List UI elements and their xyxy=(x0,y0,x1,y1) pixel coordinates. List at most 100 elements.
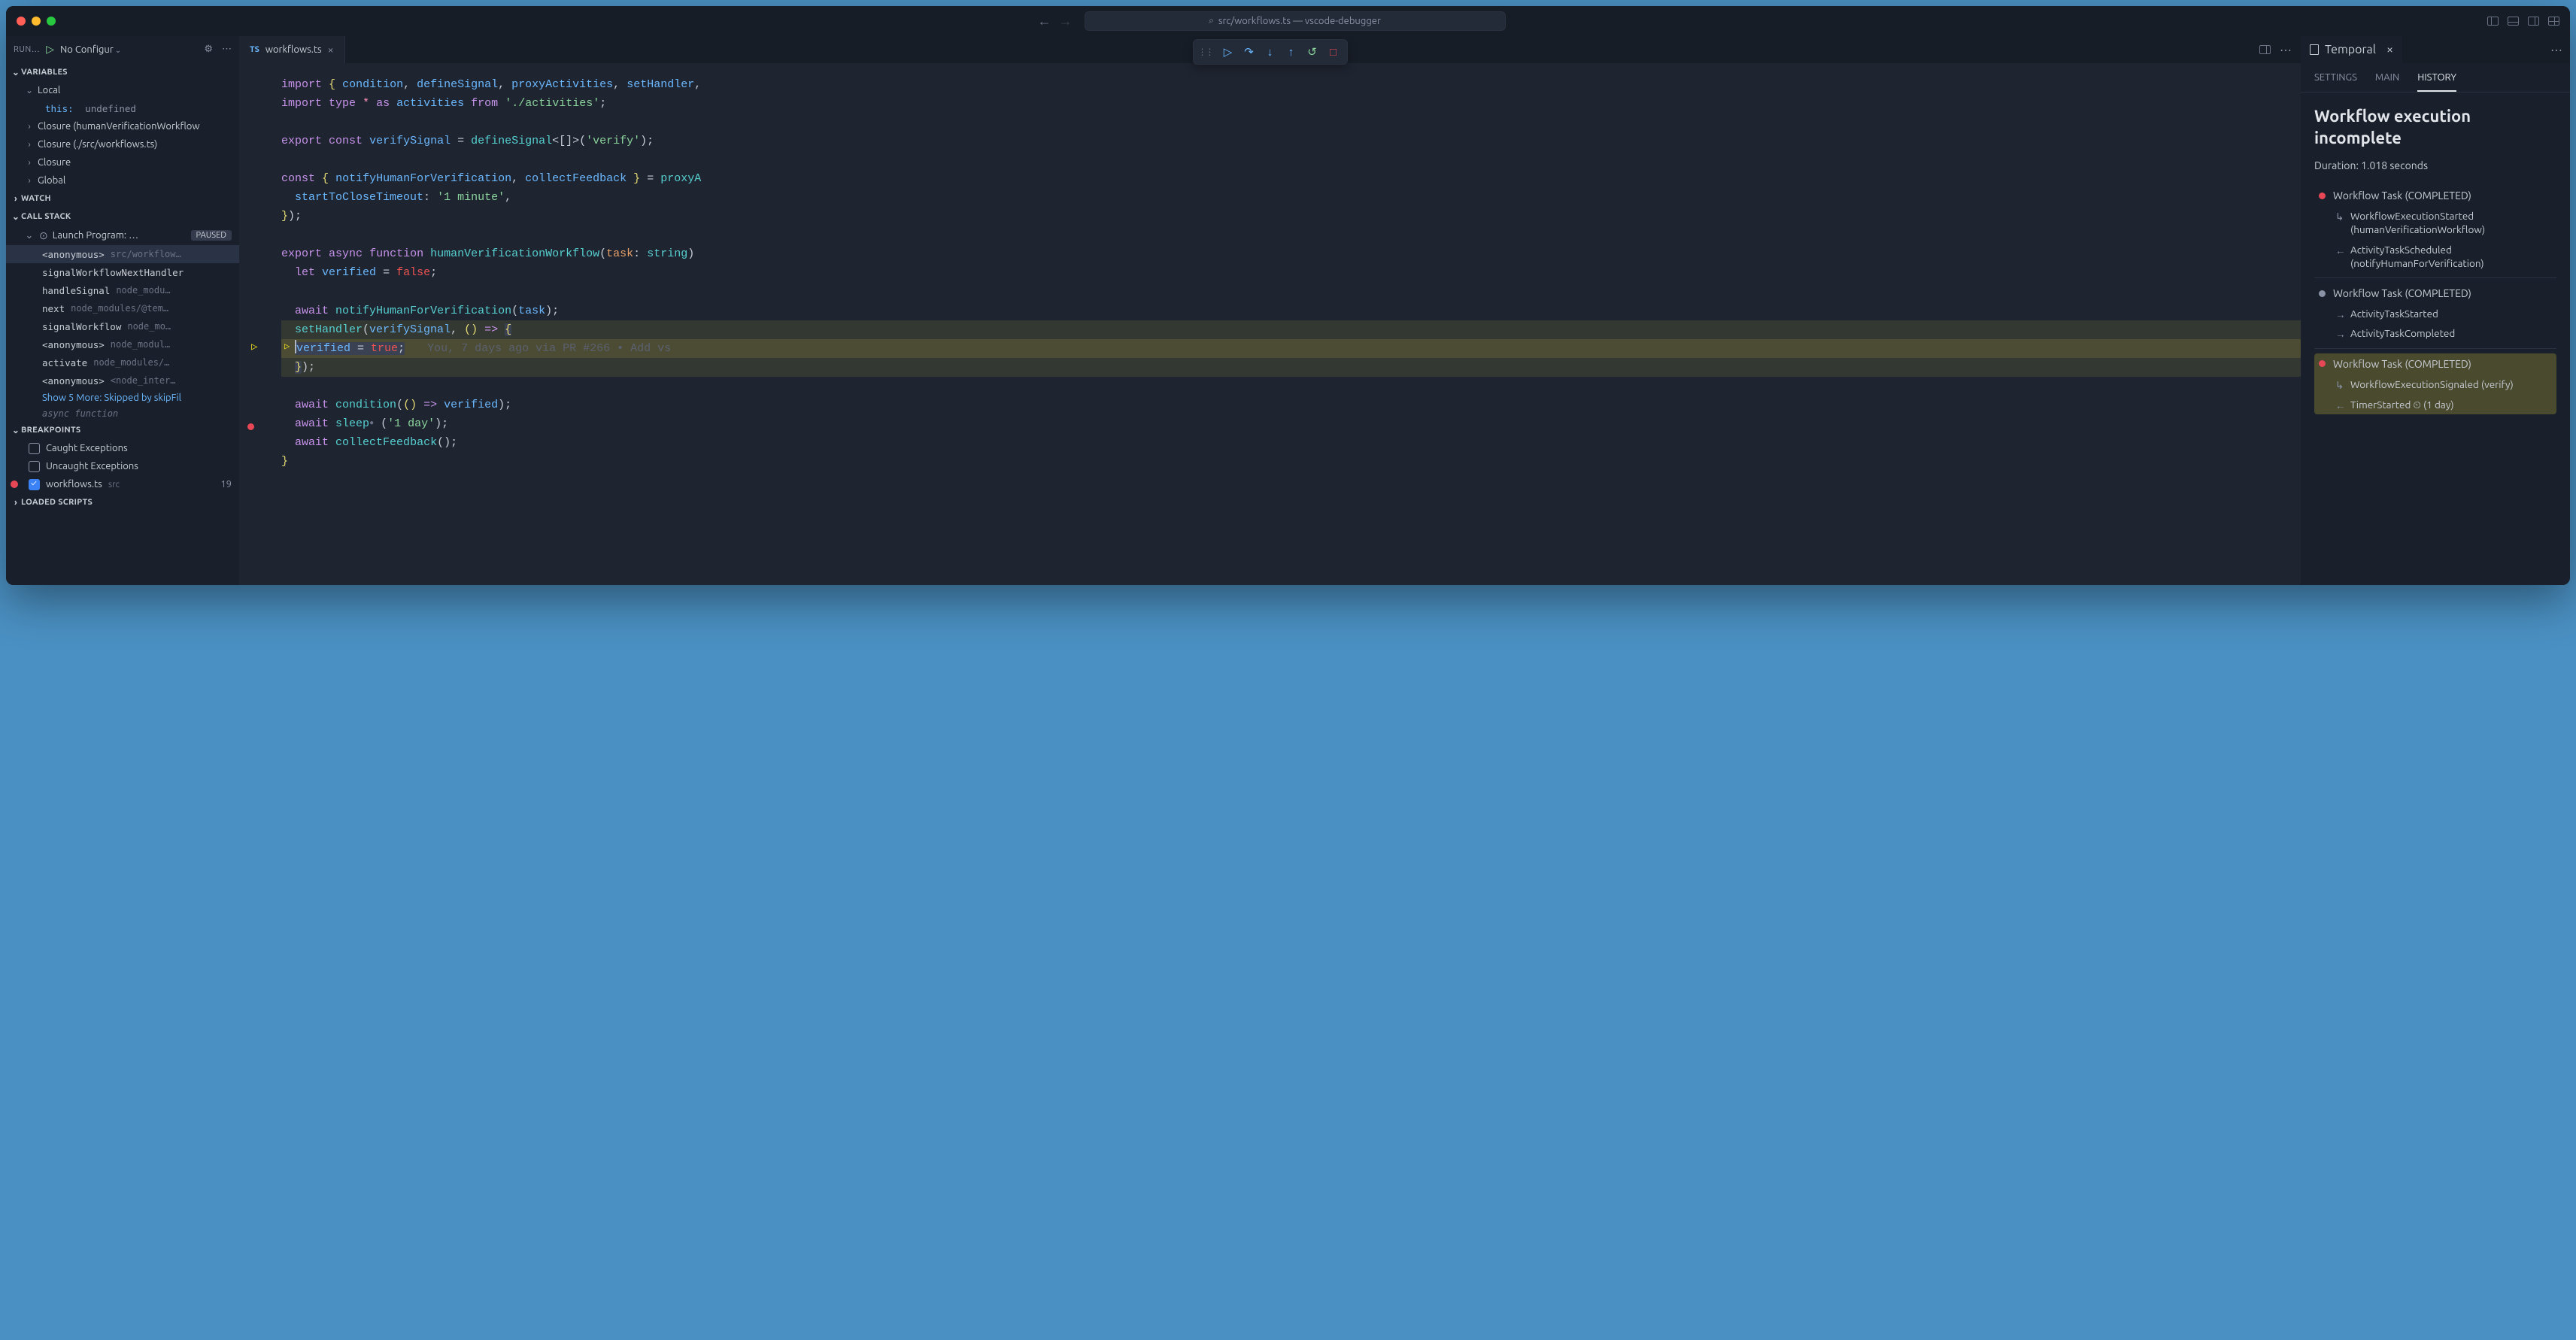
task-label: Workflow Task (COMPLETED) xyxy=(2333,189,2471,202)
workflow-task-group[interactable]: Workflow Task (COMPLETED) ↳WorkflowExecut… xyxy=(2314,353,2556,414)
start-debug-icon[interactable]: ▷ xyxy=(46,43,54,56)
split-editor-icon[interactable] xyxy=(2259,45,2271,54)
customize-layout-icon[interactable] xyxy=(2548,17,2559,26)
close-window-button[interactable] xyxy=(17,17,26,26)
event-text: WorkflowExecutionStarted (humanVerificat… xyxy=(2350,209,2552,236)
toggle-secondary-sidebar-icon[interactable] xyxy=(2528,17,2539,26)
step-out-button[interactable]: ↑ xyxy=(1282,43,1300,61)
workflow-task-group[interactable]: Workflow Task (COMPLETED)→ActivityTaskSt… xyxy=(2314,283,2556,343)
show-more-frames[interactable]: Show 5 More: Skipped by skipFil xyxy=(6,390,239,406)
variables-scope-global[interactable]: › Global xyxy=(6,171,239,189)
subtab-main[interactable]: MAIN xyxy=(2375,72,2399,92)
debug-config-select[interactable]: No Configur⌄ xyxy=(60,44,121,55)
task-label: Workflow Task (COMPLETED) xyxy=(2333,358,2471,370)
close-icon[interactable]: × xyxy=(328,44,334,56)
event-row[interactable]: ←TimerStarted ⏲ (1 day) xyxy=(2314,395,2556,414)
stack-frame[interactable]: handleSignalnode_modu… xyxy=(6,281,239,299)
event-row[interactable]: →ActivityTaskStarted xyxy=(2314,304,2556,323)
stack-frame-path: node_mo… xyxy=(127,321,171,332)
temporal-panel: Temporal × ⋯ SETTINGS MAIN HISTORY Workf… xyxy=(2301,36,2570,585)
separator xyxy=(2314,277,2556,278)
stop-button[interactable]: □ xyxy=(1324,43,1343,61)
stack-frame-path: node_modules/@tem… xyxy=(71,303,168,314)
restart-button[interactable]: ↺ xyxy=(1303,43,1321,61)
stack-frame[interactable]: <anonymous> <node_inter… xyxy=(6,371,239,390)
checkbox[interactable] xyxy=(29,461,40,472)
variables-section-header[interactable]: ⌄ VARIABLES xyxy=(6,63,239,81)
command-center[interactable]: ⌕ src/workflows.ts — vscode-debugger xyxy=(1085,11,1506,31)
breakpoint-file[interactable]: workflows.ts src 19 xyxy=(6,475,239,493)
checkbox[interactable] xyxy=(29,443,40,454)
watch-section-header[interactable]: › WATCH xyxy=(6,189,239,208)
breakpoint-dot-icon xyxy=(11,481,18,488)
variable-this[interactable]: this: undefined xyxy=(6,99,239,117)
more-icon[interactable]: ⋯ xyxy=(2280,43,2292,57)
checkbox[interactable] xyxy=(29,479,40,490)
stack-frame-path: <node_inter… xyxy=(111,375,176,386)
gear-icon[interactable]: ⚙ xyxy=(204,44,213,55)
call-stack-section-header[interactable]: ⌄ CALL STACK xyxy=(6,208,239,226)
chevron-down-icon: ⌄ xyxy=(24,230,35,241)
event-row[interactable]: ↳WorkflowExecutionStarted (humanVerifica… xyxy=(2314,206,2556,239)
stack-frame-path: node_modules/… xyxy=(93,357,169,368)
continue-button[interactable]: ▷ xyxy=(1219,43,1237,61)
variables-scope-closure-3[interactable]: › Closure xyxy=(6,153,239,171)
right-tab-actions: ⋯ xyxy=(2550,36,2570,63)
breakpoints-section-header[interactable]: ⌄ BREAKPOINTS xyxy=(6,421,239,439)
stack-frame[interactable]: nextnode_modules/@tem… xyxy=(6,299,239,317)
variables-scope-closure-2[interactable]: › Closure (./src/workflows.ts) xyxy=(6,135,239,153)
execution-pointer-icon: ▷ xyxy=(251,339,257,356)
breakpoint-caught-exceptions[interactable]: Caught Exceptions xyxy=(6,439,239,457)
debug-session[interactable]: ⌄ ⊙ Launch Program: … PAUSED xyxy=(6,226,239,245)
toggle-primary-sidebar-icon[interactable] xyxy=(2487,17,2499,26)
workflow-task-group[interactable]: Workflow Task (COMPLETED) ↳WorkflowExecut… xyxy=(2314,185,2556,273)
event-row[interactable]: ←ActivityTaskScheduled (notifyHumanForVe… xyxy=(2314,240,2556,273)
stack-frame-fn: activate xyxy=(42,357,87,368)
stack-frame[interactable]: activate node_modules/… xyxy=(6,353,239,371)
stack-frame[interactable]: <anonymous>src/workflow… xyxy=(6,245,239,263)
right-tab-bar: Temporal × ⋯ xyxy=(2301,36,2570,63)
drag-handle-icon[interactable]: ⋮⋮ xyxy=(1198,47,1213,57)
subtab-history[interactable]: HISTORY xyxy=(2417,72,2456,92)
status-dot-icon xyxy=(2319,290,2326,297)
more-icon[interactable]: ⋯ xyxy=(222,44,232,55)
stack-frame[interactable]: signalWorkflownode_mo… xyxy=(6,317,239,335)
breakpoint-uncaught-exceptions[interactable]: Uncaught Exceptions xyxy=(6,457,239,475)
document-icon xyxy=(2310,44,2319,55)
arrow-icon: ← xyxy=(2335,399,2346,411)
event-text: ActivityTaskCompleted xyxy=(2350,326,2455,340)
event-row[interactable]: → ActivityTaskCompleted xyxy=(2314,323,2556,343)
step-over-button[interactable]: ↷ xyxy=(1240,43,1258,61)
code-editor[interactable]: import { condition, defineSignal, proxyA… xyxy=(239,63,2301,585)
more-icon[interactable]: ⋯ xyxy=(2550,43,2562,57)
editor-tab[interactable]: TS workflows.ts × xyxy=(239,36,345,63)
stack-frame-fn: <anonymous> xyxy=(42,375,105,387)
step-into-button[interactable]: ↓ xyxy=(1261,43,1279,61)
temporal-subtabs: SETTINGS MAIN HISTORY xyxy=(2301,63,2570,92)
variables-scope-local[interactable]: ⌄ Local xyxy=(6,81,239,99)
task-header: Workflow Task (COMPLETED) xyxy=(2314,185,2556,206)
variables-scope-closure-1[interactable]: › Closure (humanVerificationWorkflow xyxy=(6,117,239,135)
arrow-icon: → xyxy=(2335,328,2346,340)
maximize-window-button[interactable] xyxy=(47,17,56,26)
minimize-window-button[interactable] xyxy=(32,17,41,26)
temporal-tab[interactable]: Temporal × xyxy=(2301,36,2402,63)
debug-toolbar[interactable]: ⋮⋮ ▷ ↷ ↓ ↑ ↺ □ xyxy=(1193,39,1348,65)
breakpoint-gutter-icon[interactable] xyxy=(247,423,254,430)
chevron-down-icon: ⌄ xyxy=(11,211,21,222)
loaded-scripts-section-header[interactable]: › LOADED SCRIPTS xyxy=(6,493,239,511)
stack-frame[interactable]: <anonymous>node_modul… xyxy=(6,335,239,353)
close-icon[interactable]: × xyxy=(2386,43,2393,56)
editor-actions: ⋯ xyxy=(2259,36,2301,63)
stack-frame[interactable]: signalWorkflowNextHandler xyxy=(6,263,239,281)
event-row[interactable]: ↳WorkflowExecutionSignaled (verify) xyxy=(2314,374,2556,395)
subtab-settings[interactable]: SETTINGS xyxy=(2314,72,2357,92)
nav-forward-icon[interactable]: → xyxy=(1059,14,1073,29)
stack-frame-fn: <anonymous> xyxy=(42,249,105,260)
chevron-right-icon: › xyxy=(24,140,35,150)
debug-sidebar: RUN… ▷ No Configur⌄ ⚙ ⋯ ⌄ VARIABLES ⌄ Lo… xyxy=(6,36,239,585)
nav-back-icon[interactable]: ← xyxy=(1038,14,1051,29)
typescript-icon: TS xyxy=(250,45,259,54)
toggle-panel-icon[interactable] xyxy=(2508,17,2519,26)
nav-arrows: ← → xyxy=(1038,14,1073,29)
